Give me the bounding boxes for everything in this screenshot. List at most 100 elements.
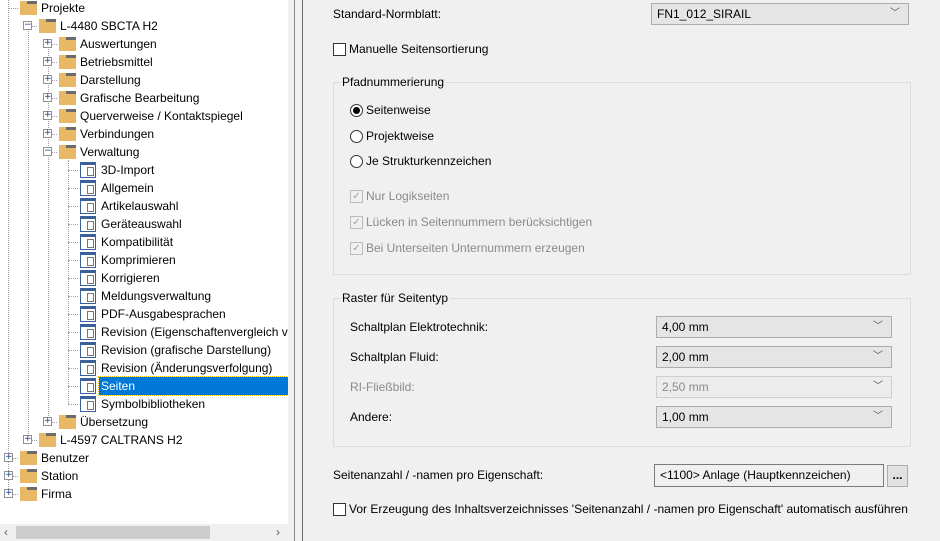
expand-icon[interactable]: + — [4, 453, 13, 462]
tree-item[interactable]: Allgemein — [0, 179, 288, 197]
tree-item[interactable]: + Station — [0, 467, 288, 485]
scroll-thumb[interactable] — [16, 526, 210, 539]
tree-item[interactable]: Seiten — [0, 376, 288, 396]
raster-dropdown[interactable]: 2,00 mm ﹀ — [656, 346, 892, 368]
raster-dropdown[interactable]: 2,50 mm ﹀ — [656, 376, 892, 398]
tree-item[interactable]: Kompatibilität — [0, 233, 288, 251]
tree-item[interactable]: + Auswertungen — [0, 35, 288, 53]
tree-item-label: Darstellung — [80, 73, 141, 87]
tree-item[interactable]: Projekte — [0, 0, 288, 17]
tree-horizontal-scrollbar[interactable]: ‹ › — [0, 524, 288, 541]
folder-icon — [59, 145, 76, 159]
tree-guide-line — [68, 386, 78, 387]
tree-item[interactable]: + Verbindungen — [0, 125, 288, 143]
folder-icon — [59, 109, 76, 123]
browse-button[interactable]: ... — [887, 465, 908, 487]
auto-run-checkbox[interactable] — [333, 503, 346, 516]
expand-icon[interactable]: + — [4, 489, 13, 498]
check-unternummern[interactable]: ✓ — [350, 242, 363, 255]
tree-guide-line — [68, 242, 78, 243]
expand-icon[interactable]: + — [43, 129, 52, 138]
tree-item-label: Grafische Bearbeitung — [80, 91, 200, 105]
tree-item[interactable]: + Querverweise / Kontaktspiegel — [0, 107, 288, 125]
expand-icon[interactable]: + — [43, 93, 52, 102]
tree-item[interactable]: Meldungsverwaltung — [0, 287, 288, 305]
tree-guide-line — [68, 260, 78, 261]
settings-page-icon — [80, 360, 96, 376]
raster-label: Schaltplan Fluid: — [350, 350, 439, 364]
expand-icon[interactable]: + — [43, 39, 52, 48]
tree-item-label: PDF-Ausgabesprachen — [101, 307, 226, 321]
tree-item[interactable]: + Grafische Bearbeitung — [0, 89, 288, 107]
settings-page-icon — [80, 180, 96, 196]
settings-page-icon — [80, 270, 96, 286]
tree-item-label: Verbindungen — [80, 127, 155, 141]
count-field[interactable]: <1100> Anlage (Hauptkennzeichen) — [654, 464, 884, 487]
tree-item-label: Übersetzung — [80, 415, 149, 429]
tree-guide-line — [68, 314, 78, 315]
project-tree[interactable]: Projekte − L-4480 SBCTA H2 + Auswertungen + Be… — [0, 0, 288, 541]
tree-item-label: 3D-Import — [101, 163, 155, 177]
radio-seitenweise[interactable] — [350, 104, 363, 117]
folder-icon — [59, 73, 76, 87]
tree-item-label: Firma — [41, 487, 72, 501]
splitter[interactable] — [288, 0, 316, 541]
tree-item[interactable]: Korrigieren — [0, 269, 288, 287]
tree-item[interactable]: Revision (Änderungsverfolgung) — [0, 359, 288, 377]
manual-sort-checkbox[interactable] — [333, 43, 346, 56]
tree-item[interactable]: Symbolbibliotheken — [0, 395, 288, 413]
expand-icon[interactable]: + — [43, 111, 52, 120]
chevron-down-icon: ﹀ — [873, 381, 883, 392]
normblatt-dropdown[interactable]: FN1_012_SIRAIL ﹀ — [651, 3, 909, 25]
tree-item-label: L-4597 CALTRANS H2 — [60, 433, 183, 447]
settings-page-icon — [80, 216, 96, 232]
raster-dropdown[interactable]: 4,00 mm ﹀ — [656, 316, 892, 338]
expand-icon[interactable]: + — [23, 435, 32, 444]
folder-icon — [20, 451, 37, 465]
settings-page-icon — [80, 324, 96, 340]
tree-item-label: Betriebsmittel — [80, 55, 153, 69]
tree-item[interactable]: Artikelauswahl — [0, 197, 288, 215]
tree-item[interactable]: + Darstellung — [0, 71, 288, 89]
tree-item[interactable]: 3D-Import — [0, 161, 288, 179]
expand-icon[interactable]: + — [43, 417, 52, 426]
tree-item[interactable]: + L-4597 CALTRANS H2 — [0, 431, 288, 449]
tree-item-label: Seiten — [98, 376, 288, 396]
folder-icon — [59, 91, 76, 105]
scroll-left-icon[interactable]: ‹ — [4, 524, 8, 541]
scroll-right-icon[interactable]: › — [276, 524, 280, 541]
settings-page-icon — [80, 162, 96, 178]
manual-sort-label: Manuelle Seitensortierung — [349, 42, 489, 56]
tree-item[interactable]: Revision (grafische Darstellung) — [0, 341, 288, 359]
raster-value: 4,00 mm — [662, 320, 709, 334]
tree-item[interactable]: + Firma — [0, 485, 288, 503]
tree-item[interactable]: Revision (Eigenschaftenvergleich vo — [0, 323, 288, 341]
raster-dropdown[interactable]: 1,00 mm ﹀ — [656, 406, 892, 428]
folder-icon — [20, 487, 37, 501]
tree-item[interactable]: PDF-Ausgabesprachen — [0, 305, 288, 323]
check-logikseiten[interactable]: ✓ — [350, 190, 363, 203]
tree-item-label: Kompatibilität — [101, 235, 174, 249]
radio-projektweise[interactable] — [350, 130, 363, 143]
tree-item[interactable]: − Verwaltung — [0, 143, 288, 161]
settings-page-icon — [80, 234, 96, 250]
check-luecken[interactable]: ✓ — [350, 216, 363, 229]
expand-icon[interactable]: + — [43, 75, 52, 84]
radio-strukturkennzeichen[interactable] — [350, 155, 363, 168]
tree-item[interactable]: Geräteauswahl — [0, 215, 288, 233]
folder-icon — [20, 1, 37, 15]
tree-guide-line — [68, 206, 78, 207]
tree-item[interactable]: + Betriebsmittel — [0, 53, 288, 71]
tree-item[interactable]: − L-4480 SBCTA H2 — [0, 17, 288, 35]
collapse-icon[interactable]: − — [43, 147, 52, 156]
raster-label: Schaltplan Elektrotechnik: — [350, 320, 489, 334]
settings-page-icon — [80, 306, 96, 322]
tree-item[interactable]: + Übersetzung — [0, 413, 288, 431]
collapse-icon[interactable]: − — [23, 21, 32, 30]
tree-item[interactable]: Komprimieren — [0, 251, 288, 269]
expand-icon[interactable]: + — [43, 57, 52, 66]
tree-item[interactable]: + Benutzer — [0, 449, 288, 467]
expand-icon[interactable]: + — [4, 471, 13, 480]
normblatt-label: Standard-Normblatt: — [333, 7, 442, 21]
check-label: Bei Unterseiten Unternummern erzeugen — [366, 241, 585, 255]
